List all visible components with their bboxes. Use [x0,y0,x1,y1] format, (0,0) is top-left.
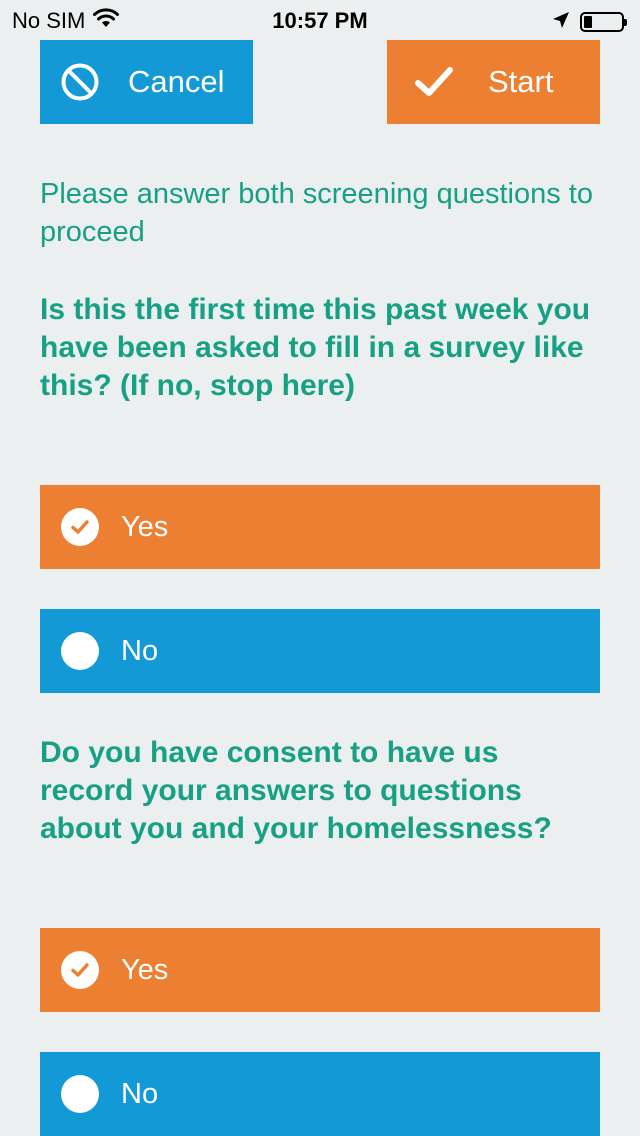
cancel-button[interactable]: Cancel [40,40,253,124]
q1-option-yes[interactable]: Yes [40,485,600,569]
status-bar: No SIM 10:57 PM [0,0,640,40]
checkmark-circle-icon [61,951,99,989]
instructions-text: Please answer both screening questions t… [40,178,593,248]
prohibited-icon [60,62,100,102]
empty-circle-icon [61,1075,99,1113]
checkmark-circle-icon [61,508,99,546]
battery-level [584,16,592,28]
q1-option-no-label: No [121,634,159,667]
empty-circle-icon [61,632,99,670]
q2-option-yes-label: Yes [121,953,169,986]
q2-option-no[interactable]: No [40,1052,600,1136]
q1-option-no[interactable]: No [40,609,600,693]
question-2-text: Do you have consent to have us record yo… [40,736,552,845]
q2-option-no-label: No [121,1077,159,1110]
status-time: 10:57 PM [272,8,368,33]
start-button-label: Start [488,64,554,99]
q1-option-yes-label: Yes [121,510,169,543]
battery-icon [580,12,627,32]
question-1-text: Is this the first time this past week yo… [40,293,591,402]
cancel-button-label: Cancel [128,64,225,99]
q2-option-yes[interactable]: Yes [40,928,600,1012]
location-arrow-icon [552,9,570,35]
status-right-group [552,9,627,35]
start-button[interactable]: Start [387,40,600,124]
checkmark-icon [414,65,454,99]
